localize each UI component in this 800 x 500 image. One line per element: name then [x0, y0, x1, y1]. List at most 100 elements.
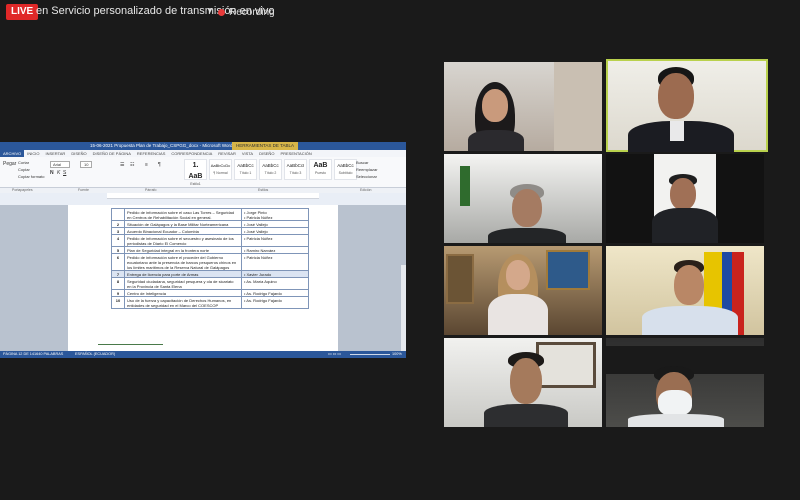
document-page[interactable]: Pedido de información sobre el caso Las … [68, 205, 338, 351]
format-painter-button[interactable]: Copiar formato [18, 174, 44, 179]
tab-diseno-tabla[interactable]: DISEÑO [256, 150, 277, 157]
exit-sign [460, 166, 470, 206]
row-activity: Plan de Seguridad integral en la fronter… [124, 246, 242, 254]
replace-button[interactable]: Reemplazar [356, 167, 378, 172]
status-zoom[interactable]: 100% [392, 351, 402, 358]
status-page: PÁGINA 12 DE 14 [3, 352, 35, 356]
participant-face [506, 260, 530, 290]
style-subtitulo[interactable]: AaBbCc Subtítulo [334, 159, 357, 180]
participant-body [628, 414, 724, 427]
recording-indicator[interactable]: Recording [218, 4, 275, 20]
style-normal[interactable]: AaBbCcDc ¶ Normal [209, 159, 232, 180]
tab-presentacion[interactable]: PRESENTACIÓN [277, 150, 314, 157]
table-row: 5 Plan de Seguridad integral en la fronte… [111, 246, 309, 254]
tab-archivo[interactable]: ARCHIVO [0, 150, 25, 157]
row-activity: Uso de la fuerza y capacitación de Derec… [124, 296, 242, 309]
bold-button[interactable]: N [50, 170, 54, 176]
participant-body [468, 130, 524, 151]
row-activity: Pedido de información sobre el proceder … [124, 253, 242, 271]
style-titulo3[interactable]: AaBbCcI Título 3 [284, 159, 307, 180]
status-language[interactable]: ESPAÑOL (ECUADOR) [75, 351, 115, 358]
participant-tile-6[interactable] [606, 246, 764, 335]
row-number [111, 208, 125, 221]
tab-revisar[interactable]: REVISAR [215, 150, 239, 157]
row-activity: Pedido de información sobre el caso Las … [124, 208, 242, 221]
row-activity: Centro de Inteligencia [124, 289, 242, 297]
view-icons[interactable]: ▭ ▭ ▭ [328, 351, 341, 358]
plan-table: Pedido de información sobre el caso Las … [111, 208, 309, 309]
participant-tile-1[interactable] [444, 62, 602, 151]
row-activity: Entrega de licencia para porte de Armas [124, 270, 242, 278]
word-titlebar: 15-06-2021 Propuesta Plan de Trabajo_CSP… [0, 142, 406, 150]
paste-button[interactable]: Pegar [3, 161, 16, 167]
participant-tile-8[interactable] [606, 338, 764, 427]
numbering-icon[interactable]: ☷ [130, 162, 134, 168]
style-titulo1[interactable]: AaBbCc Título 1 [234, 159, 257, 180]
style-estilo1[interactable]: 1. AaB Estilo1 [184, 159, 207, 186]
select-button[interactable]: Seleccionar [356, 174, 377, 179]
participant-tile-7[interactable] [444, 338, 602, 427]
pilcrow-icon[interactable]: ¶ [158, 162, 161, 168]
table-row: 9 Centro de Inteligencia • As. Rodrigo Faj… [111, 289, 309, 297]
tab-insertar[interactable]: INSERTAR [42, 150, 68, 157]
recording-label: Recording [229, 6, 275, 18]
group-label-parrafo: Párrafo [145, 188, 157, 192]
participant-face [658, 73, 694, 119]
find-button[interactable]: Buscar [356, 160, 368, 165]
tab-diseno-pagina[interactable]: DISEÑO DE PÁGINA [90, 150, 134, 157]
painting-left [446, 254, 474, 304]
participant-face [674, 265, 704, 305]
participant-body [642, 306, 738, 335]
row-number: 9 [111, 289, 125, 297]
painting-right [546, 250, 590, 290]
styles-gallery: 1. AaB Estilo1 AaBbCcDc ¶ Normal AaBbCc Tít… [184, 159, 357, 186]
vertical-scrollbar[interactable] [401, 265, 406, 358]
shared-screen-word: 15-06-2021 Propuesta Plan de Trabajo_CSP… [0, 142, 406, 358]
door-frame [554, 62, 602, 151]
shirt-collar [670, 121, 684, 141]
participant-tile-3[interactable] [444, 154, 602, 243]
tab-inicio[interactable]: INICIO [24, 150, 42, 157]
row-number: 8 [111, 277, 125, 290]
group-label-edicion: Edición [360, 188, 372, 192]
participant-face [512, 189, 542, 227]
font-name-select[interactable]: Arial [50, 161, 71, 168]
ribbon: Pegar Cortar Copiar Copiar formato Arial… [0, 157, 406, 188]
participant-tile-4[interactable] [606, 154, 764, 243]
table-row: Pedido de información sobre el caso Las … [111, 208, 309, 221]
style-puesto[interactable]: AaB Puesto [309, 159, 332, 180]
tab-referencias[interactable]: REFERENCIAS [134, 150, 168, 157]
zoom-slider[interactable] [350, 354, 390, 355]
row-owner: • Patricia Núñez [241, 253, 309, 271]
tab-vista[interactable]: VISTA [239, 150, 256, 157]
participant-tile-2-active-speaker[interactable] [606, 59, 768, 152]
participant-tile-5[interactable] [444, 246, 602, 335]
row-number: 6 [111, 253, 125, 271]
row-owner: • As. María Aquino [241, 277, 309, 290]
face-mask [658, 390, 692, 416]
bullets-icon[interactable]: ☰ [120, 162, 124, 168]
table-row: 3 Acuerdo Binacional Ecuador – Colombia • … [111, 227, 309, 235]
participant-face [510, 358, 542, 404]
participant-body [484, 404, 568, 427]
group-label-estilos: Estilos [258, 188, 269, 192]
italic-button[interactable]: K [57, 170, 60, 176]
ribbon-tabs: ARCHIVO INICIO INSERTAR DISEÑO DISEÑO DE… [0, 150, 406, 157]
row-activity: Situación de Galápagos y la Base Militar… [124, 220, 242, 228]
copy-button[interactable]: Copiar [18, 167, 30, 172]
horizontal-ruler[interactable] [107, 193, 319, 199]
font-size-select[interactable]: 10 [80, 161, 93, 168]
tab-diseno[interactable]: DISEÑO [68, 150, 89, 157]
green-divider [98, 344, 163, 345]
group-label-portapapeles: Portapapeles [12, 188, 33, 192]
cut-button[interactable]: Cortar [18, 160, 29, 165]
row-activity: Pedido de información sobre el secuestro… [124, 234, 242, 247]
tab-correspondencia[interactable]: CORRESPONDENCIA [168, 150, 215, 157]
underline-button[interactable]: S [63, 170, 66, 176]
align-icon[interactable]: ≡ [145, 162, 148, 168]
style-titulo2[interactable]: AaBbCc Título 2 [259, 159, 282, 180]
table-row: 10 Uso de la fuerza y capacitación de Der… [111, 296, 309, 309]
table-tools-context-tab[interactable]: HERRAMIENTAS DE TABLA [232, 142, 299, 150]
table-row: 2 Situación de Galápagos y la Base Milita… [111, 220, 309, 228]
stream-dropdown-button[interactable]: ▼ [204, 4, 216, 18]
